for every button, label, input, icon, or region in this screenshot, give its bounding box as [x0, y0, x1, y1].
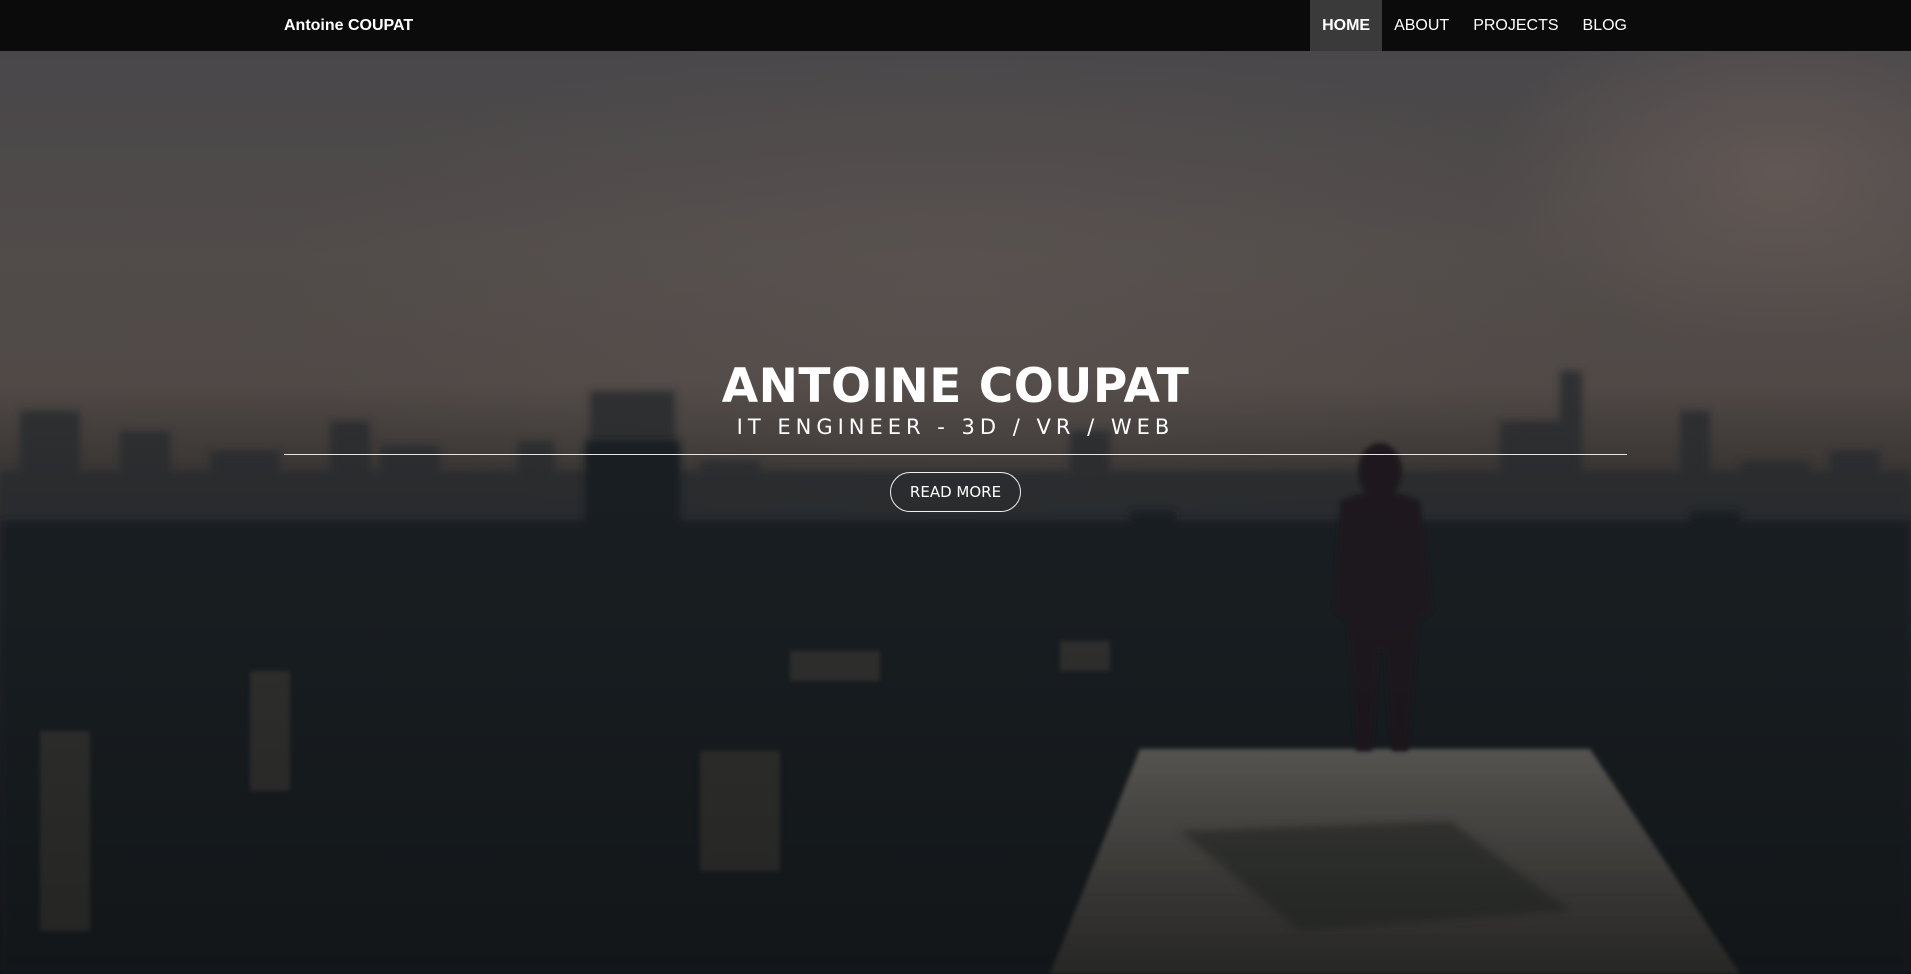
hero-divider [284, 454, 1627, 455]
hero-section [0, 51, 1911, 974]
read-more-button[interactable]: READ MORE [890, 472, 1021, 512]
nav-item-projects[interactable]: PROJECTS [1461, 0, 1570, 51]
nav-item-about[interactable]: ABOUT [1382, 0, 1461, 51]
nav-menu: HOME ABOUT PROJECTS BLOG [1310, 0, 1639, 51]
hero-title: ANTOINE COUPAT [721, 359, 1190, 414]
nav-item-home[interactable]: HOME [1310, 0, 1383, 51]
nav-item-blog[interactable]: BLOG [1571, 0, 1639, 51]
hero-subtitle: IT ENGINEER - 3D / VR / WEB [736, 415, 1175, 439]
navbar: Antoine COUPAT HOME ABOUT PROJECTS BLOG [0, 0, 1911, 51]
brand-link[interactable]: Antoine COUPAT [284, 0, 413, 51]
hero-overlay [0, 51, 1911, 974]
